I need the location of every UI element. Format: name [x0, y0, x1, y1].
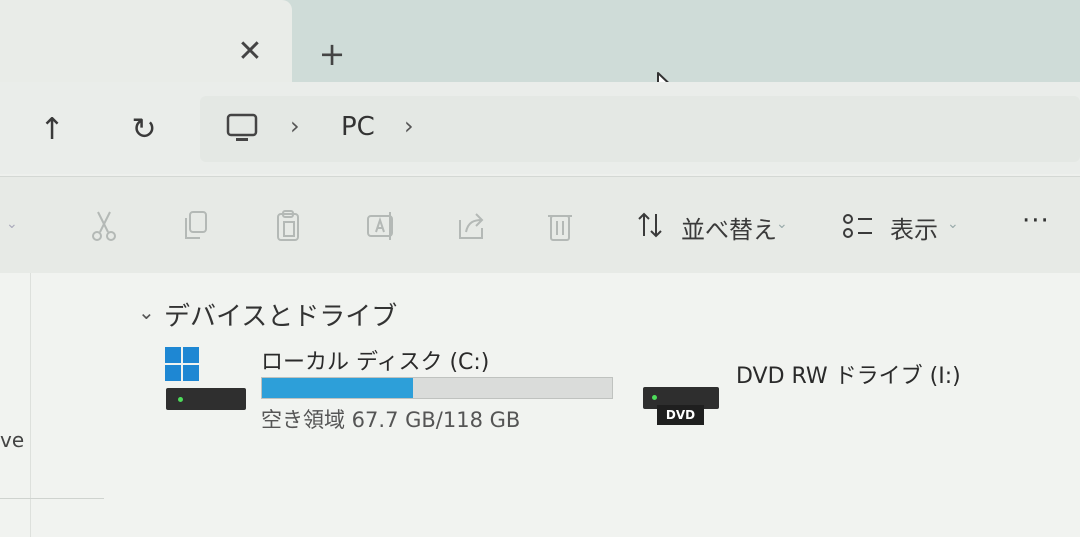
up-button[interactable]: ↑: [32, 110, 72, 150]
refresh-button[interactable]: ↻: [124, 110, 164, 150]
drive-c-name[interactable]: ローカル ディスク (C:): [261, 344, 489, 376]
windows-logo-icon: [165, 347, 199, 381]
new-dropdown-caret[interactable]: ⌄: [6, 216, 18, 232]
new-tab-button[interactable]: +: [312, 34, 352, 74]
sidebar-divider: [0, 498, 104, 499]
close-tab-button[interactable]: ✕: [232, 34, 268, 70]
view-dropdown-caret[interactable]: ⌄: [947, 216, 959, 232]
copy-icon[interactable]: [176, 208, 216, 244]
cut-icon[interactable]: [84, 208, 124, 244]
pc-icon[interactable]: [224, 110, 260, 146]
sort-icon[interactable]: [634, 208, 674, 244]
delete-icon[interactable]: [540, 208, 580, 244]
drive-led-icon: [178, 397, 183, 402]
share-icon[interactable]: [452, 208, 492, 244]
dvd-led-icon: [652, 395, 657, 400]
view-icon[interactable]: [838, 208, 878, 244]
drive-c-free-space: 空き領域 67.7 GB/118 GB: [261, 408, 521, 432]
rename-icon[interactable]: [360, 208, 400, 244]
sort-dropdown-caret[interactable]: ⌄: [776, 216, 788, 232]
drive-c-usage-bar: [261, 377, 613, 399]
section-collapse-chevron-icon[interactable]: ⌄: [138, 300, 155, 324]
breadcrumb-chevron[interactable]: ›: [404, 112, 414, 140]
dvd-drive-name[interactable]: DVD RW ドライブ (I:): [736, 358, 961, 390]
breadcrumb-separator[interactable]: ›: [290, 112, 300, 140]
sidebar-item-label[interactable]: ve: [0, 428, 24, 452]
address-bar[interactable]: [200, 96, 1080, 162]
breadcrumb-pc[interactable]: PC: [341, 112, 375, 142]
dvd-badge: DVD: [657, 405, 704, 425]
section-title-devices-and-drives[interactable]: デバイスとドライブ: [164, 296, 397, 333]
paste-icon[interactable]: [268, 208, 308, 244]
drive-c-usage-fill: [262, 378, 413, 398]
content-pane: [0, 273, 1080, 537]
sort-button-label[interactable]: 並べ替え: [681, 210, 777, 245]
more-options-button[interactable]: ···: [1022, 206, 1050, 236]
view-button-label[interactable]: 表示: [890, 210, 938, 245]
